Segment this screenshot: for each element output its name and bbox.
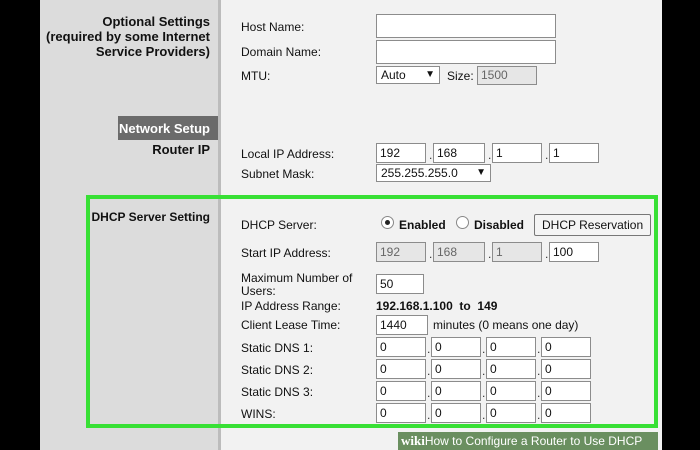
mtu-select[interactable]: Auto ▼ <box>376 66 440 84</box>
dhcp-reservation-button[interactable]: DHCP Reservation <box>534 214 652 236</box>
static-dns-3-octet-1[interactable]: 0 <box>376 381 426 401</box>
static-dns-1-octet-3[interactable]: 0 <box>486 337 536 357</box>
wins-octet-2[interactable]: 0 <box>431 403 481 423</box>
ip-dot: . <box>482 364 486 378</box>
section-router-ip: Router IP <box>152 142 210 157</box>
ip-range-value: 192.168.1.100 to 149 <box>376 299 498 313</box>
dhcp-enabled-label: Enabled <box>399 218 446 232</box>
section-optional-settings-title: Optional Settings <box>102 14 210 29</box>
static-dns-2-octet-3[interactable]: 0 <box>486 359 536 379</box>
mtu-size-input[interactable]: 1500 <box>477 66 537 85</box>
section-network-setup: Network Setup <box>118 121 210 136</box>
ip-dot: . <box>537 342 541 356</box>
static-dns-1-octet-4[interactable]: 0 <box>541 337 591 357</box>
domain-name-label: Domain Name: <box>241 45 322 59</box>
static-dns-2-octet-4[interactable]: 0 <box>541 359 591 379</box>
mtu-select-value: Auto <box>381 68 406 82</box>
dropdown-arrow-icon: ▼ <box>425 69 435 80</box>
start-ip-octet-3[interactable]: 1 <box>492 242 542 262</box>
ip-dot: . <box>482 342 486 356</box>
ip-dot: . <box>488 148 492 162</box>
ip-dot: . <box>482 408 486 422</box>
start-ip-octet-1[interactable]: 192 <box>376 242 426 262</box>
static-dns-2-label: Static DNS 2: <box>241 363 314 377</box>
ip-dot: . <box>545 247 549 261</box>
dropdown-arrow-icon: ▼ <box>476 167 486 178</box>
static-dns-1-octet-1[interactable]: 0 <box>376 337 426 357</box>
lease-time-label: Client Lease Time: <box>241 318 341 332</box>
static-dns-2-octet-2[interactable]: 0 <box>431 359 481 379</box>
subnet-mask-value: 255.255.255.0 <box>381 166 458 180</box>
column-divider <box>218 0 221 450</box>
wins-octet-4[interactable]: 0 <box>541 403 591 423</box>
router-settings-page: Optional Settings (required by some Inte… <box>40 0 662 450</box>
ip-dot: . <box>427 342 431 356</box>
ip-dot: . <box>545 148 549 162</box>
start-ip-octet-4[interactable]: 100 <box>549 242 599 262</box>
watermark-text: How to Configure a Router to Use DHCP <box>424 434 643 448</box>
dhcp-server-label: DHCP Server: <box>241 218 317 232</box>
section-dhcp-server-setting: DHCP Server Setting <box>91 210 210 224</box>
ip-dot: . <box>537 386 541 400</box>
local-ip-octet-3[interactable]: 1 <box>492 143 542 163</box>
subnet-mask-select[interactable]: 255.255.255.0 ▼ <box>376 164 491 182</box>
static-dns-3-octet-3[interactable]: 0 <box>486 381 536 401</box>
static-dns-1-octet-2[interactable]: 0 <box>431 337 481 357</box>
static-dns-3-label: Static DNS 3: <box>241 385 314 399</box>
ip-range-label: IP Address Range: <box>241 299 341 313</box>
domain-name-input[interactable] <box>376 40 556 64</box>
static-dns-3-octet-2[interactable]: 0 <box>431 381 481 401</box>
local-ip-octet-4[interactable]: 1 <box>549 143 599 163</box>
start-ip-label: Start IP Address: <box>241 246 331 260</box>
ip-dot: . <box>427 386 431 400</box>
dhcp-disabled-label: Disabled <box>474 218 525 232</box>
ip-dot: . <box>429 148 433 162</box>
mtu-size-label: Size: <box>447 69 474 83</box>
host-name-label: Host Name: <box>241 20 305 34</box>
ip-dot: . <box>537 364 541 378</box>
start-ip-octet-2[interactable]: 168 <box>433 242 485 262</box>
local-ip-label: Local IP Address: <box>241 147 335 161</box>
max-users-input[interactable]: 50 <box>376 274 424 294</box>
ip-dot: . <box>427 408 431 422</box>
dhcp-disabled-radio[interactable] <box>456 216 469 229</box>
local-ip-octet-1[interactable]: 192 <box>376 143 426 163</box>
ip-dot: . <box>488 247 492 261</box>
host-name-input[interactable] <box>376 14 556 38</box>
left-column <box>40 0 218 450</box>
section-optional-settings-subtitle-1: (required by some Internet <box>46 29 210 44</box>
wins-label: WINS: <box>241 407 276 421</box>
static-dns-2-octet-1[interactable]: 0 <box>376 359 426 379</box>
wins-octet-1[interactable]: 0 <box>376 403 426 423</box>
lease-time-input[interactable]: 1440 <box>376 315 428 335</box>
static-dns-3-octet-4[interactable]: 0 <box>541 381 591 401</box>
max-users-label-line2: Users: <box>241 284 276 298</box>
wikihow-watermark: wikiHow to Configure a Router to Use DHC… <box>398 432 658 450</box>
lease-time-note: minutes (0 means one day) <box>433 318 579 332</box>
ip-dot: . <box>429 247 433 261</box>
section-optional-settings-subtitle-2: Service Providers) <box>95 44 210 59</box>
wins-octet-3[interactable]: 0 <box>486 403 536 423</box>
mtu-label: MTU: <box>241 69 271 83</box>
watermark-brand: wiki <box>401 433 425 448</box>
ip-dot: . <box>537 408 541 422</box>
ip-dot: . <box>482 386 486 400</box>
local-ip-octet-2[interactable]: 168 <box>433 143 485 163</box>
static-dns-1-label: Static DNS 1: <box>241 341 314 355</box>
ip-dot: . <box>427 364 431 378</box>
dhcp-enabled-radio[interactable] <box>381 216 394 229</box>
subnet-mask-label: Subnet Mask: <box>241 167 315 181</box>
max-users-label-line1: Maximum Number of <box>241 271 353 285</box>
